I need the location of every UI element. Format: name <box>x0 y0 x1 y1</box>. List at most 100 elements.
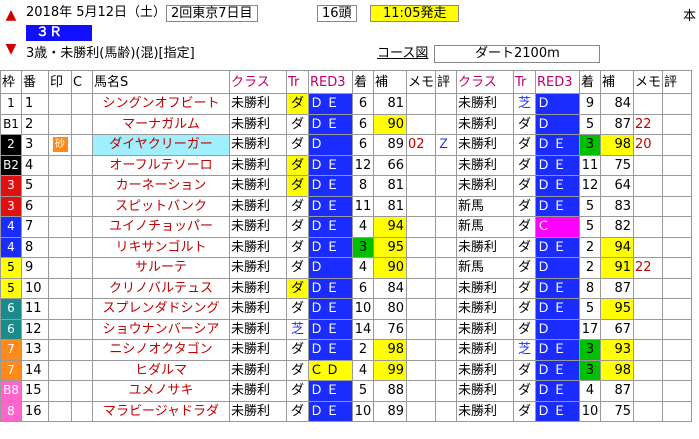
cell-rep[interactable]: ＤＥ <box>308 236 353 258</box>
cell-tr[interactable]: ダ <box>286 277 309 299</box>
cell-mark[interactable] <box>48 277 72 299</box>
cell-mark[interactable] <box>48 257 72 279</box>
cell-ho[interactable]: 81 <box>373 195 407 217</box>
cell-waku[interactable]: 4 <box>0 236 22 258</box>
cell-tr2[interactable]: ダ <box>513 113 537 135</box>
cell-rep2[interactable]: Ｄ <box>535 93 581 115</box>
cell-tr2[interactable]: ダ <box>513 216 537 238</box>
cell-ban[interactable]: 1 <box>21 93 49 115</box>
cell-rep2[interactable]: Ｄ <box>535 257 581 279</box>
cell-hyo[interactable] <box>435 216 458 238</box>
table-row[interactable]: 7 14 ヒダルマ 未勝利ダ Ｃ Ｄ 4 99 未勝利ダ Ｄ Ｅ 3 98 <box>0 359 693 381</box>
cell-waku[interactable]: B2 <box>0 154 22 176</box>
cell-cls2[interactable]: 未勝利 <box>456 113 515 135</box>
cell-ho[interactable]: 90 <box>373 113 407 135</box>
cell-ho2[interactable]: 75 <box>600 154 635 176</box>
cell-tr[interactable]: ダ <box>286 195 309 217</box>
cell-ho[interactable]: 76 <box>373 318 407 340</box>
cell-cls2[interactable]: 未勝利 <box>456 277 515 299</box>
cell-ban[interactable]: 12 <box>21 318 49 340</box>
cell-ban[interactable]: 9 <box>21 257 49 279</box>
cell-name[interactable]: ショウナンバーシア <box>92 318 230 340</box>
cell-ho[interactable]: 95 <box>373 236 407 258</box>
cell-cls[interactable]: 未勝利 <box>229 400 287 422</box>
up-arrow-icon[interactable]: ▲ <box>4 8 18 22</box>
col-hyo2[interactable]: 評 <box>662 70 693 94</box>
cell-memo[interactable] <box>405 359 437 381</box>
cell-memo[interactable] <box>405 380 437 402</box>
cell-c[interactable] <box>71 380 93 402</box>
cell-ban[interactable]: 5 <box>21 175 49 197</box>
cell-hyo2[interactable] <box>662 154 693 176</box>
cell-memo2[interactable] <box>633 318 664 340</box>
cell-ho[interactable]: 81 <box>373 175 407 197</box>
cell-waku[interactable]: 8 <box>0 400 22 422</box>
cell-memo2[interactable] <box>633 400 664 422</box>
cell-tr[interactable]: ダ <box>286 134 309 156</box>
cell-rep[interactable]: ＤＥ <box>308 400 353 422</box>
cell-ch[interactable]: 4 <box>352 216 374 238</box>
cell-name[interactable]: ヒダルマ <box>92 359 230 381</box>
cell-hyo2[interactable] <box>662 216 693 238</box>
cell-rep2[interactable]: ＤＥ <box>535 175 581 197</box>
cell-tr2[interactable]: ダ <box>513 175 537 197</box>
cell-ho[interactable]: 66 <box>373 154 407 176</box>
cell-tr2[interactable]: ダ <box>513 380 537 402</box>
col-mark[interactable]: 印 <box>48 70 72 94</box>
cell-mark[interactable] <box>48 298 72 320</box>
cell-memo2[interactable] <box>633 195 664 217</box>
cell-memo2[interactable] <box>633 236 664 258</box>
cell-ch2[interactable]: 3 <box>579 359 602 381</box>
cell-ho2[interactable]: 82 <box>600 216 635 238</box>
cell-ho[interactable]: 94 <box>373 216 407 238</box>
cell-name[interactable]: スピットバンク <box>92 195 230 217</box>
col-class[interactable]: クラス <box>229 70 287 94</box>
cell-hyo2[interactable] <box>662 277 693 299</box>
cell-ch2[interactable]: 5 <box>579 113 602 135</box>
cell-ch[interactable]: 6 <box>352 277 374 299</box>
cell-rep2[interactable]: ＤＥ <box>535 359 581 381</box>
cell-mark[interactable] <box>48 93 72 115</box>
cell-memo[interactable]: 02 <box>405 134 437 156</box>
col-name[interactable]: 馬名S <box>92 70 230 94</box>
cell-c[interactable] <box>71 93 93 115</box>
col-rep[interactable]: RED3 <box>308 70 353 94</box>
cell-ho2[interactable]: 91 <box>600 257 635 279</box>
cell-ban[interactable]: 14 <box>21 359 49 381</box>
cell-ban[interactable]: 11 <box>21 298 49 320</box>
cell-rep[interactable]: ＤＥ <box>308 380 353 402</box>
cell-name[interactable]: クリノバルテュス <box>92 277 230 299</box>
cell-cls2[interactable]: 未勝利 <box>456 93 515 115</box>
cell-name[interactable]: カーネーション <box>92 175 230 197</box>
table-row[interactable]: 8 16 マラビージャドラダ 未勝利ダ Ｄ Ｅ 10 89 未勝利ダ Ｄ Ｅ 10 75 <box>0 400 693 422</box>
cell-tr[interactable]: ダ <box>286 93 309 115</box>
cell-name[interactable]: ユイノチョッパー <box>92 216 230 238</box>
cell-hyo[interactable]: Ｚ <box>435 134 458 156</box>
cell-memo[interactable] <box>405 257 437 279</box>
cell-memo[interactable] <box>405 113 437 135</box>
cell-rep2[interactable]: Ｄ <box>535 113 581 135</box>
cell-cls[interactable]: 未勝利 <box>229 236 287 258</box>
cell-ch[interactable]: 4 <box>352 257 374 279</box>
cell-name[interactable]: ニシノオクタゴン <box>92 339 230 361</box>
cell-tr2[interactable]: 芝 <box>513 339 537 361</box>
cell-ho[interactable]: 88 <box>373 380 407 402</box>
cell-rep[interactable]: ＤＥ <box>308 339 353 361</box>
cell-c[interactable] <box>71 400 93 422</box>
cell-memo[interactable] <box>405 400 437 422</box>
cell-ch[interactable]: 4 <box>352 359 374 381</box>
cell-memo[interactable] <box>405 216 437 238</box>
cell-cls[interactable]: 未勝利 <box>229 93 287 115</box>
cell-cls[interactable]: 未勝利 <box>229 195 287 217</box>
cell-ch[interactable]: 10 <box>352 400 374 422</box>
cell-ban[interactable]: 15 <box>21 380 49 402</box>
table-row[interactable]: 5 10 クリノバルテュス 未勝利ダ Ｄ Ｅ 6 84 未勝利ダ Ｄ Ｅ 8 87 <box>0 277 693 299</box>
cell-rep2[interactable]: ＤＥ <box>535 277 581 299</box>
cell-hyo2[interactable] <box>662 298 693 320</box>
cell-mark[interactable] <box>48 359 72 381</box>
cell-tr[interactable]: ダ <box>286 236 309 258</box>
cell-rep[interactable]: ＤＥ <box>308 195 353 217</box>
cell-rep[interactable]: ＤＥ <box>308 93 353 115</box>
cell-c[interactable] <box>71 359 93 381</box>
cell-cls[interactable]: 未勝利 <box>229 380 287 402</box>
